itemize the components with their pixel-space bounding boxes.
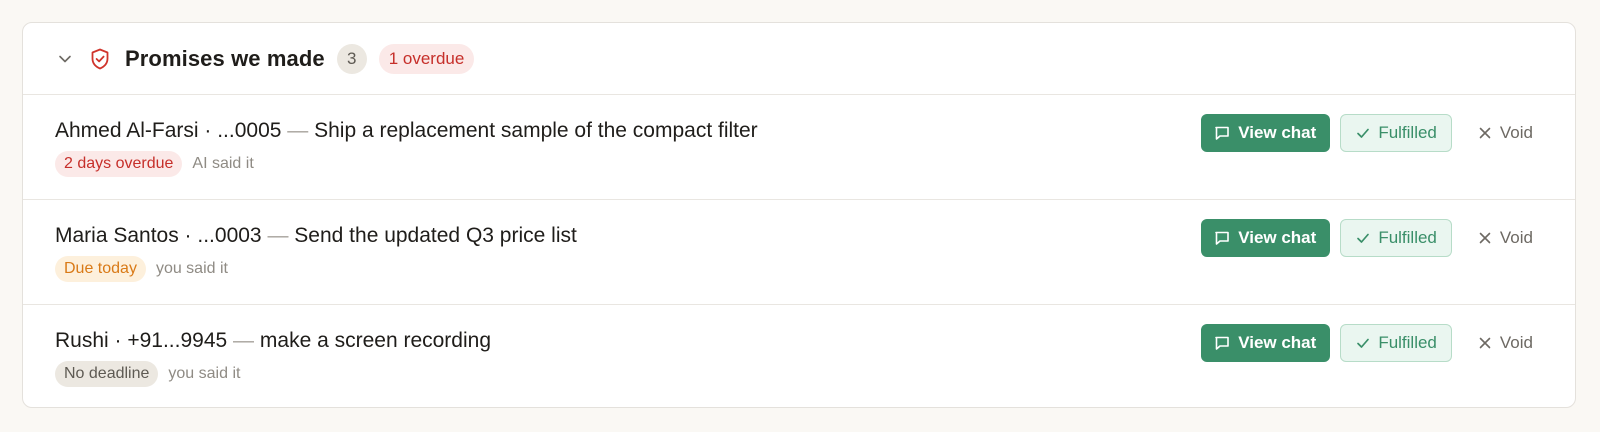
fulfilled-button[interactable]: Fulfilled [1340, 219, 1452, 257]
view-chat-button[interactable]: View chat [1201, 219, 1331, 257]
fulfilled-label: Fulfilled [1378, 123, 1437, 142]
promise-meta: 2 days overdue AI said it [55, 151, 254, 177]
promise-text: make a screen recording [259, 329, 492, 352]
void-button[interactable]: Void [1466, 114, 1545, 152]
promise-summary: Ahmed Al-Farsi · ...0005 — Ship a replac… [55, 119, 758, 143]
promise-meta: Due today you said it [55, 256, 228, 282]
row-actions: View chat Fulfilled Void [1201, 324, 1545, 362]
promise-text: Ship a replacement sample of the compact… [314, 119, 758, 142]
chat-bubble-icon [1213, 334, 1231, 352]
chat-bubble-icon [1213, 229, 1231, 247]
promise-meta: No deadline you said it [55, 361, 240, 387]
fulfilled-label: Fulfilled [1378, 333, 1437, 352]
said-by-label: you said it [155, 260, 228, 277]
close-icon [1478, 231, 1492, 245]
void-label: Void [1499, 333, 1533, 352]
void-label: Void [1499, 228, 1533, 247]
separator: — [233, 329, 255, 352]
contact-name: Maria Santos · ...0003 [55, 224, 262, 247]
promise-text: Send the updated Q3 price list [294, 224, 577, 247]
close-icon [1478, 126, 1492, 140]
close-icon [1478, 336, 1492, 350]
chevron-down-icon[interactable] [55, 49, 75, 69]
contact-name: Rushi · +91...9945 [55, 329, 228, 352]
said-by-label: AI said it [192, 155, 254, 172]
void-button[interactable]: Void [1466, 219, 1545, 257]
promise-summary: Maria Santos · ...0003 — Send the update… [55, 224, 577, 248]
check-icon [1355, 335, 1371, 351]
shield-check-icon [89, 48, 111, 70]
row-actions: View chat Fulfilled Void [1201, 219, 1545, 257]
view-chat-label: View chat [1238, 123, 1317, 142]
deadline-badge: Due today [55, 256, 146, 282]
separator: — [267, 224, 289, 247]
said-by-label: you said it [168, 365, 241, 382]
view-chat-button[interactable]: View chat [1201, 114, 1331, 152]
overdue-badge: 1 overdue [378, 43, 475, 74]
deadline-badge: No deadline [55, 361, 159, 387]
fulfilled-button[interactable]: Fulfilled [1340, 114, 1452, 152]
separator: — [287, 119, 309, 142]
row-actions: View chat Fulfilled Void [1201, 114, 1545, 152]
contact-name: Ahmed Al-Farsi · ...0005 [55, 119, 282, 142]
promise-row: Maria Santos · ...0003 — Send the update… [23, 200, 1575, 305]
deadline-badge: 2 days overdue [55, 151, 183, 177]
promise-row: Rushi · +91...9945 — make a screen recor… [23, 305, 1575, 407]
void-label: Void [1499, 123, 1533, 142]
count-badge: 3 [336, 43, 367, 74]
view-chat-label: View chat [1238, 228, 1317, 247]
void-button[interactable]: Void [1466, 324, 1545, 362]
chat-bubble-icon [1213, 124, 1231, 142]
check-icon [1355, 230, 1371, 246]
promise-summary: Rushi · +91...9945 — make a screen recor… [55, 329, 491, 353]
view-chat-button[interactable]: View chat [1201, 324, 1331, 362]
promise-row: Ahmed Al-Farsi · ...0005 — Ship a replac… [23, 95, 1575, 200]
panel-title: Promises we made [125, 45, 325, 71]
check-icon [1355, 125, 1371, 141]
fulfilled-label: Fulfilled [1378, 228, 1437, 247]
fulfilled-button[interactable]: Fulfilled [1340, 324, 1452, 362]
promises-panel: Promises we made 3 1 overdue Ahmed Al-Fa… [22, 22, 1576, 408]
panel-header: Promises we made 3 1 overdue [23, 23, 1575, 95]
view-chat-label: View chat [1238, 333, 1317, 352]
